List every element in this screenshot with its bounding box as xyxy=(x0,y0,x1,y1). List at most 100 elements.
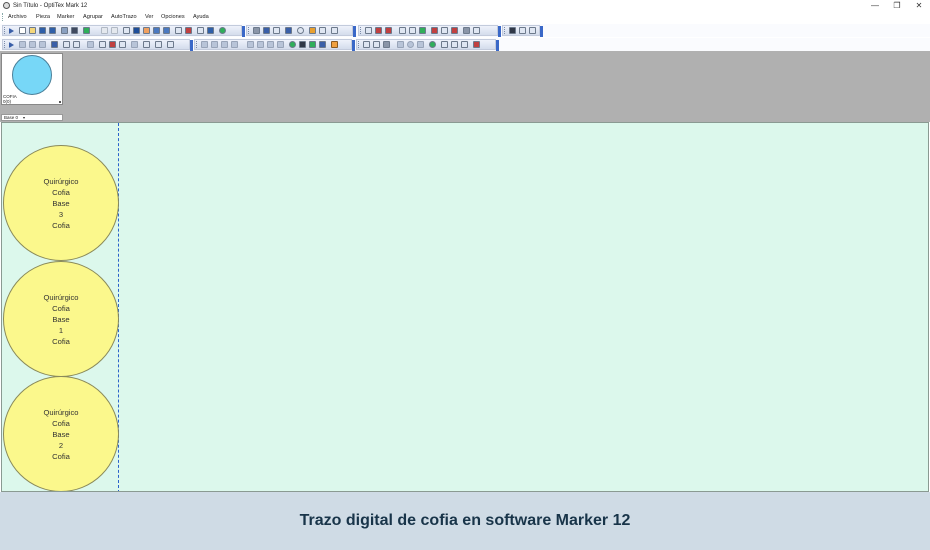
cut-icon[interactable] xyxy=(473,41,480,48)
filter-icon[interactable] xyxy=(73,41,80,48)
zoom-fit-icon[interactable] xyxy=(319,27,326,34)
measure-icon[interactable] xyxy=(263,27,270,34)
line-icon[interactable] xyxy=(87,41,94,48)
report-icon[interactable] xyxy=(143,27,150,34)
convert-icon[interactable] xyxy=(163,27,170,34)
refresh-icon[interactable] xyxy=(219,27,226,34)
align-down-icon[interactable] xyxy=(231,41,238,48)
marker-piece[interactable]: Quirúrgico Cofia Base 3 Cofia xyxy=(3,145,119,261)
marker-icon[interactable] xyxy=(441,27,448,34)
angle-icon[interactable] xyxy=(299,41,306,48)
minimize-button[interactable]: — xyxy=(864,0,886,12)
label-icon[interactable] xyxy=(143,41,150,48)
align-left-icon[interactable] xyxy=(201,41,208,48)
previous-icon[interactable] xyxy=(29,41,36,48)
move-left-icon[interactable] xyxy=(247,41,254,48)
summary-icon[interactable] xyxy=(167,41,174,48)
pen-icon[interactable] xyxy=(309,41,316,48)
menu-ayuda[interactable]: Ayuda xyxy=(193,13,209,22)
delete-piece-icon[interactable] xyxy=(385,27,392,34)
grid-select-icon[interactable] xyxy=(383,41,390,48)
merge-icon[interactable] xyxy=(451,41,458,48)
move-right-icon[interactable] xyxy=(257,41,264,48)
toolbar-grip xyxy=(504,27,507,34)
circle-icon[interactable] xyxy=(407,41,414,48)
zoom-window-icon[interactable] xyxy=(309,27,316,34)
auto-nest-icon[interactable] xyxy=(473,27,480,34)
select-tool-icon[interactable] xyxy=(9,28,14,34)
undo-icon[interactable] xyxy=(101,27,108,34)
marker-pen-icon[interactable] xyxy=(319,41,326,48)
menu-ver[interactable]: Ver xyxy=(145,13,153,22)
fold-icon[interactable] xyxy=(419,27,426,34)
zoom-out-icon[interactable] xyxy=(331,27,338,34)
scale-icon[interactable] xyxy=(461,41,468,48)
align-up-icon[interactable] xyxy=(221,41,228,48)
restore-button[interactable]: ❐ xyxy=(886,0,908,12)
properties-icon[interactable] xyxy=(519,27,526,34)
layer-icon[interactable] xyxy=(509,27,516,34)
open-folder-icon[interactable] xyxy=(29,27,36,34)
export-icon[interactable] xyxy=(83,27,90,34)
color-fill-icon[interactable] xyxy=(331,41,338,48)
ruler-icon[interactable] xyxy=(253,27,260,34)
menu-pieza[interactable]: Pieza xyxy=(36,13,50,22)
marker-info-icon[interactable] xyxy=(185,27,192,34)
reload-icon[interactable] xyxy=(429,41,436,48)
move-up-icon[interactable] xyxy=(267,41,274,48)
first-icon[interactable] xyxy=(19,41,26,48)
menu-agrupar[interactable]: Agrupar xyxy=(83,13,103,22)
sort-icon[interactable] xyxy=(63,41,70,48)
plot-icon[interactable] xyxy=(71,27,78,34)
nest-icon[interactable] xyxy=(463,27,470,34)
tool-icon[interactable] xyxy=(417,41,424,48)
toolbar-file xyxy=(2,25,245,37)
layout-icon[interactable] xyxy=(133,27,140,34)
new-file-icon[interactable] xyxy=(19,27,26,34)
menu-autotrazo[interactable]: AutoTrazo xyxy=(111,13,137,22)
edit-icon[interactable] xyxy=(99,41,106,48)
menu-opciones[interactable]: Opciones xyxy=(161,13,185,22)
print-icon[interactable] xyxy=(61,27,68,34)
menu-archivo[interactable]: Archivo xyxy=(8,13,27,22)
save-as-icon[interactable] xyxy=(49,27,56,34)
move-down-icon[interactable] xyxy=(277,41,284,48)
save-icon[interactable] xyxy=(39,27,46,34)
piece-list-icon[interactable] xyxy=(207,27,214,34)
rotate-icon[interactable] xyxy=(375,27,382,34)
text-tool-icon[interactable] xyxy=(273,27,280,34)
play-icon[interactable] xyxy=(9,42,14,48)
flip-icon[interactable] xyxy=(431,27,438,34)
marker-piece[interactable]: Quirúrgico Cofia Base 2 Cofia xyxy=(3,376,119,491)
split-icon[interactable] xyxy=(131,41,138,48)
info-icon[interactable] xyxy=(155,41,162,48)
base-selector[interactable]: Base 0 ▾ xyxy=(1,114,63,121)
window-icon[interactable] xyxy=(365,27,372,34)
piece-window-icon[interactable] xyxy=(51,41,58,48)
rotate-cw-icon[interactable] xyxy=(289,41,296,48)
align-right-icon[interactable] xyxy=(211,41,218,48)
menu-marker[interactable]: Marker xyxy=(57,13,74,22)
piece-thumbnail[interactable]: COFIA 0(0) xyxy=(1,53,63,105)
next-icon[interactable] xyxy=(39,41,46,48)
frame-icon[interactable] xyxy=(363,41,370,48)
import-icon[interactable] xyxy=(153,27,160,34)
split-piece-icon[interactable] xyxy=(441,41,448,48)
remove-icon[interactable] xyxy=(397,41,404,48)
marker-canvas[interactable]: Quirúrgico Cofia Base 3 Cofia Quirúrgico… xyxy=(1,122,929,492)
redo-icon[interactable] xyxy=(111,27,118,34)
close-button[interactable]: ✕ xyxy=(908,0,930,12)
grid-icon[interactable] xyxy=(175,27,182,34)
zoom-icon[interactable] xyxy=(297,27,304,34)
table-icon[interactable] xyxy=(197,27,204,34)
tag-icon[interactable] xyxy=(109,41,116,48)
ungroup-icon[interactable] xyxy=(409,27,416,34)
group-icon[interactable] xyxy=(399,27,406,34)
grid-toggle-icon[interactable] xyxy=(529,27,536,34)
hand-icon[interactable] xyxy=(285,27,292,34)
copy-piece-icon[interactable] xyxy=(373,41,380,48)
fabric-icon[interactable] xyxy=(451,27,458,34)
rectangle-icon[interactable] xyxy=(119,41,126,48)
marker-piece[interactable]: Quirúrgico Cofia Base 1 Cofia xyxy=(3,261,119,377)
copy-icon[interactable] xyxy=(123,27,130,34)
